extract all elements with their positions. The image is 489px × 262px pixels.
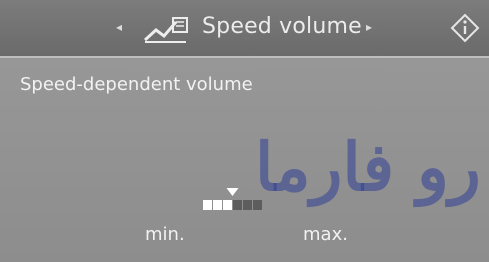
next-arrow-icon[interactable]: ▸ <box>366 20 372 34</box>
min-label: min. <box>145 224 185 245</box>
slider-step <box>253 200 262 210</box>
slider-step <box>213 200 222 210</box>
slider-step <box>233 200 242 210</box>
header-bar: ◂ Speed volume ▸ <box>0 0 489 58</box>
previous-arrow-icon[interactable]: ◂ <box>116 20 122 34</box>
slider-step <box>243 200 252 210</box>
slider-step <box>223 200 232 210</box>
speed-volume-icon <box>143 17 188 43</box>
slider-step <box>203 200 212 210</box>
slider-marker-icon <box>226 188 239 196</box>
max-label: max. <box>303 224 348 245</box>
setting-label: Speed-dependent volume <box>20 74 253 95</box>
volume-slider[interactable] <box>203 186 303 218</box>
page-title: Speed volume <box>202 14 362 39</box>
info-icon[interactable] <box>450 13 480 43</box>
